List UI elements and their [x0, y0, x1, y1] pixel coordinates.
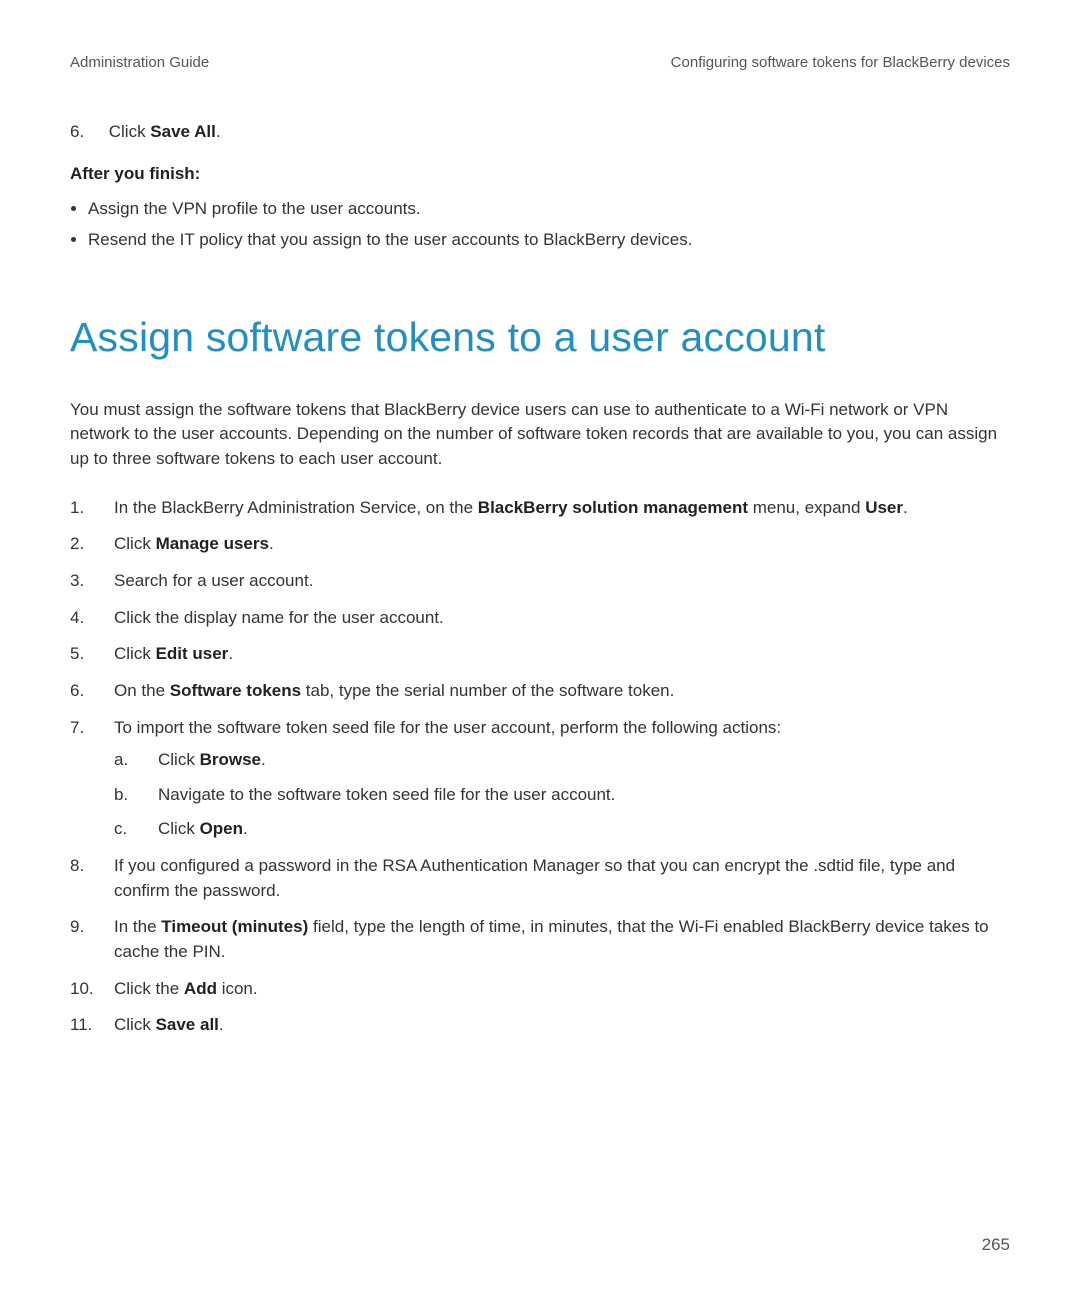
- page-title: Assign software tokens to a user account: [70, 308, 1010, 367]
- step-1: In the BlackBerry Administration Service…: [70, 496, 1010, 521]
- step-10: Click the Add icon.: [70, 977, 1010, 1002]
- header-left: Administration Guide: [70, 52, 209, 74]
- after-finish-list: Assign the VPN profile to the user accou…: [70, 197, 1010, 252]
- header-right: Configuring software tokens for BlackBer…: [671, 52, 1010, 74]
- step-11: Click Save all.: [70, 1013, 1010, 1038]
- substep-b: b. Navigate to the software token seed f…: [114, 783, 1010, 808]
- page-header: Administration Guide Configuring softwar…: [70, 52, 1010, 74]
- page-number: 265: [982, 1233, 1010, 1258]
- step-number: 6.: [70, 120, 104, 145]
- after-you-finish-label: After you finish:: [70, 162, 1010, 187]
- substep-a: a. Click Browse.: [114, 748, 1010, 773]
- step-8: If you configured a password in the RSA …: [70, 854, 1010, 903]
- list-item: Assign the VPN profile to the user accou…: [88, 197, 1010, 222]
- steps-list: In the BlackBerry Administration Service…: [70, 496, 1010, 1038]
- substep-c: c. Click Open.: [114, 817, 1010, 842]
- step-9: In the Timeout (minutes) field, type the…: [70, 915, 1010, 964]
- intro-paragraph: You must assign the software tokens that…: [70, 398, 1010, 472]
- step-5: Click Edit user.: [70, 642, 1010, 667]
- step-6: On the Software tokens tab, type the ser…: [70, 679, 1010, 704]
- step-text: Click Save All.: [109, 120, 989, 145]
- step-3: Search for a user account.: [70, 569, 1010, 594]
- list-item: Resend the IT policy that you assign to …: [88, 228, 1010, 253]
- step-7: To import the software token seed file f…: [70, 716, 1010, 843]
- step-2: Click Manage users.: [70, 532, 1010, 557]
- substeps-list: a. Click Browse. b. Navigate to the soft…: [114, 748, 1010, 842]
- continued-step-6: 6. Click Save All.: [70, 120, 1010, 145]
- step-4: Click the display name for the user acco…: [70, 606, 1010, 631]
